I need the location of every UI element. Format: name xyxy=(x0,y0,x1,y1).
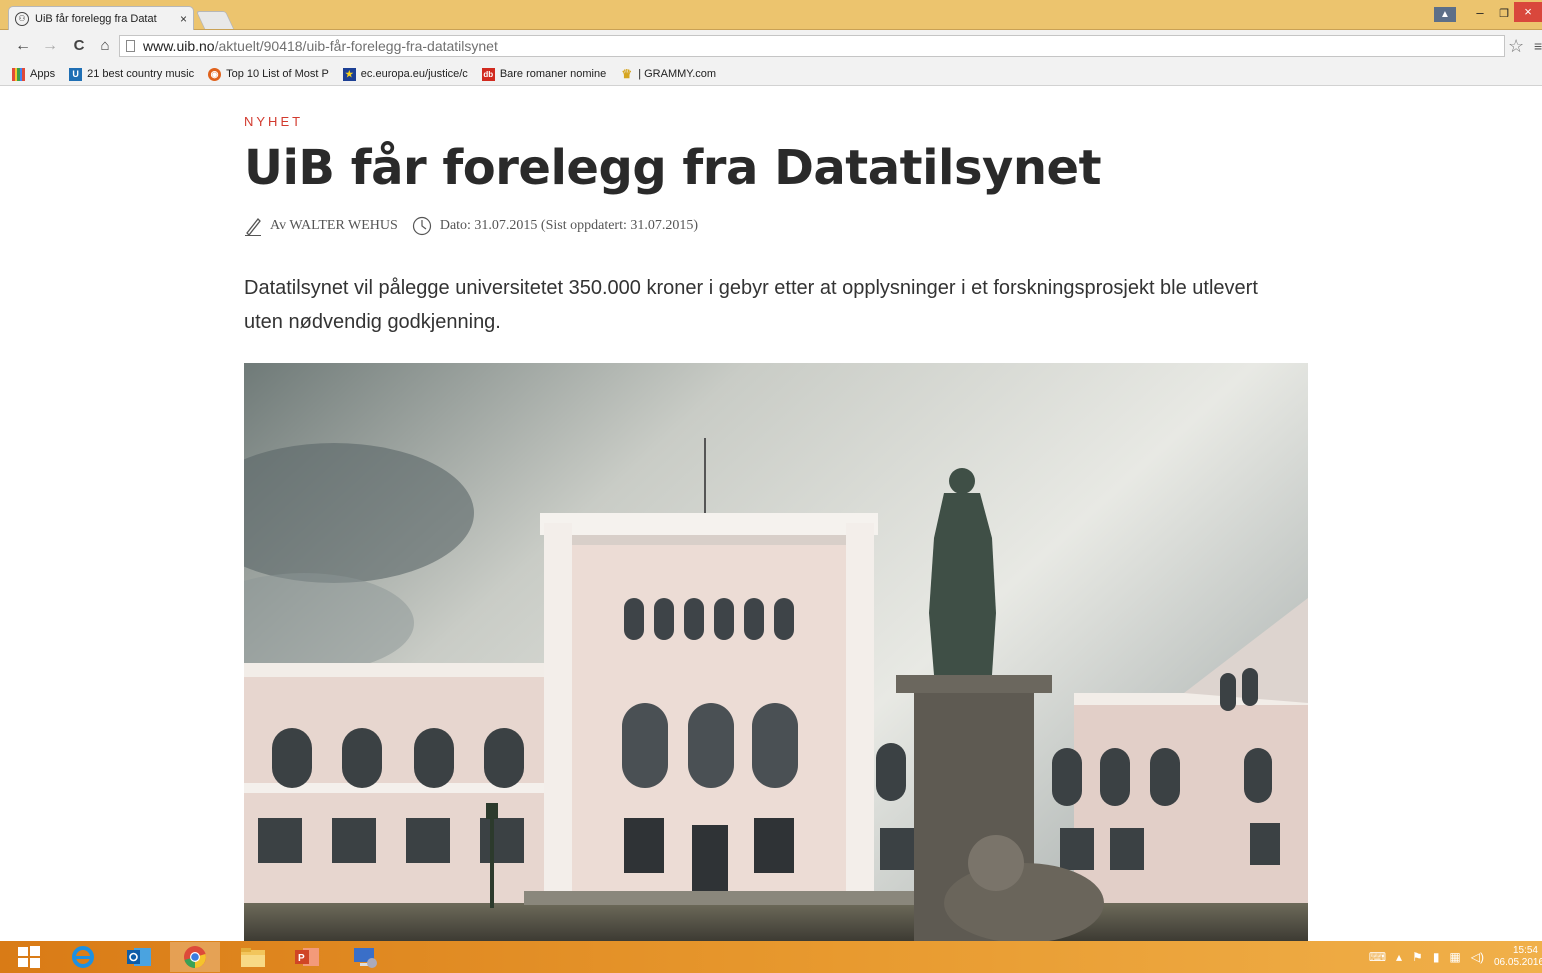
maximize-button[interactable]: ❐ xyxy=(1494,7,1514,20)
taskbar-clock[interactable]: 15:54 06.05.2016 xyxy=(1494,945,1542,969)
eu-flag-icon: ★ xyxy=(342,67,356,81)
network-icon[interactable]: ▦ xyxy=(1449,950,1460,964)
powerpoint-icon: P xyxy=(295,948,319,966)
article-author: Av WALTER WEHUS xyxy=(270,218,398,233)
taskbar-powerpoint[interactable]: P xyxy=(282,942,332,972)
tab-title: UiB får forelegg fra Datat xyxy=(35,12,157,25)
minimize-button[interactable]: – xyxy=(1470,5,1490,20)
back-button[interactable]: ← xyxy=(14,37,32,55)
bookmark-apps[interactable]: Apps xyxy=(12,67,56,81)
svg-text:P: P xyxy=(298,953,305,964)
taskbar-file-explorer[interactable] xyxy=(228,942,278,972)
tab-close-icon[interactable]: × xyxy=(180,12,187,26)
grammy-icon: ♛ xyxy=(621,66,633,81)
action-center-flag-icon[interactable]: ⚑ xyxy=(1412,950,1423,964)
home-button[interactable]: ⌂ xyxy=(96,37,114,54)
bookmark-label: Bare romaner nomine xyxy=(499,68,607,80)
tab-strip: ⚇ UiB får forelegg fra Datat × ▲ – ❐ × xyxy=(0,0,1542,30)
internet-explorer-icon xyxy=(72,946,94,968)
bookmark-favicon-icon: db xyxy=(481,67,495,81)
clock-date: 06.05.2016 xyxy=(1494,957,1542,968)
volume-icon[interactable]: ◁) xyxy=(1471,950,1484,964)
user-profile-icon[interactable]: ▲ xyxy=(1434,7,1456,22)
bookmark-label: 21 best country music xyxy=(87,68,195,80)
close-window-button[interactable]: × xyxy=(1514,2,1542,22)
article-meta: Av WALTER WEHUS Dato: 31.07.2015 (Sist o… xyxy=(244,216,698,236)
clock-time: 15:54 xyxy=(1512,945,1538,956)
site-favicon-icon: ⚇ xyxy=(15,11,29,26)
folder-icon xyxy=(241,948,265,967)
forward-button[interactable]: → xyxy=(41,37,59,55)
url-path: /aktuelt/90418/uib-får-forelegg-fra-data… xyxy=(214,38,498,54)
start-button[interactable] xyxy=(4,942,54,972)
keyboard-icon[interactable]: ⌨ xyxy=(1369,950,1386,964)
bookmark-grammy[interactable]: ♛ | GRAMMY.com xyxy=(620,66,717,81)
taskbar-remote-desktop[interactable] xyxy=(340,942,390,972)
bookmark-label: Apps xyxy=(30,68,56,80)
new-tab-button[interactable] xyxy=(195,11,235,29)
bookmark-bare-romaner[interactable]: db Bare romaner nomine xyxy=(481,67,607,81)
page-icon xyxy=(126,40,135,52)
bookmark-label: ec.europa.eu/justice/c xyxy=(360,68,468,80)
taskbar: P ⌨ ▴ ⚑ ▮ ▦ ◁) 15:54 06.05.2016 xyxy=(0,941,1542,973)
pencil-icon xyxy=(245,218,261,236)
bookmark-label: | GRAMMY.com xyxy=(638,68,717,80)
bookmark-favicon-icon: ◉ xyxy=(208,67,222,81)
reload-button[interactable]: C xyxy=(70,37,88,54)
bookmarks-bar: Apps U 21 best country music ◉ Top 10 Li… xyxy=(0,63,1542,86)
apps-grid-icon xyxy=(12,67,25,81)
browser-toolbar: ← → C ⌂ www.uib.no/aktuelt/90418/uib-får… xyxy=(0,30,1542,63)
chrome-icon xyxy=(184,946,206,968)
bookmark-ec-europa[interactable]: ★ ec.europa.eu/justice/c xyxy=(342,67,468,81)
article-date: Dato: 31.07.2015 (Sist oppdatert: 31.07.… xyxy=(439,218,699,233)
taskbar-internet-explorer[interactable] xyxy=(58,942,108,972)
battery-icon[interactable]: ▮ xyxy=(1433,950,1440,964)
article-headline: UiB får forelegg fra Datatilsynet xyxy=(244,140,1102,196)
clock-icon xyxy=(412,216,431,236)
remote-desktop-icon xyxy=(354,948,377,968)
article-hero-image xyxy=(244,363,1308,941)
bookmark-favicon-icon: U xyxy=(69,67,83,81)
taskbar-chrome[interactable] xyxy=(170,942,220,972)
taskbar-outlook[interactable] xyxy=(114,942,164,972)
bookmark-label: Top 10 List of Most P xyxy=(226,68,329,80)
browser-tab[interactable]: ⚇ UiB får forelegg fra Datat × xyxy=(8,6,194,30)
bookmark-star-icon[interactable]: ☆ xyxy=(1508,36,1524,57)
show-hidden-icons-icon[interactable]: ▴ xyxy=(1396,950,1402,964)
browser-menu-icon[interactable]: ≡ xyxy=(1534,38,1542,54)
bookmark-top-10[interactable]: ◉ Top 10 List of Most P xyxy=(208,67,329,81)
article-kicker: NYHET xyxy=(244,114,304,129)
windows-logo-icon xyxy=(18,946,40,968)
outlook-icon xyxy=(127,948,151,966)
address-bar[interactable]: www.uib.no/aktuelt/90418/uib-får-foreleg… xyxy=(119,35,1505,57)
system-tray: ⌨ ▴ ⚑ ▮ ▦ ◁) 15:54 06.05.2016 xyxy=(1369,941,1542,973)
bookmark-country-music[interactable]: U 21 best country music xyxy=(69,67,195,81)
article-lead: Datatilsynet vil pålegge universitetet 3… xyxy=(244,277,1258,333)
url-host: www.uib.no xyxy=(143,38,215,54)
